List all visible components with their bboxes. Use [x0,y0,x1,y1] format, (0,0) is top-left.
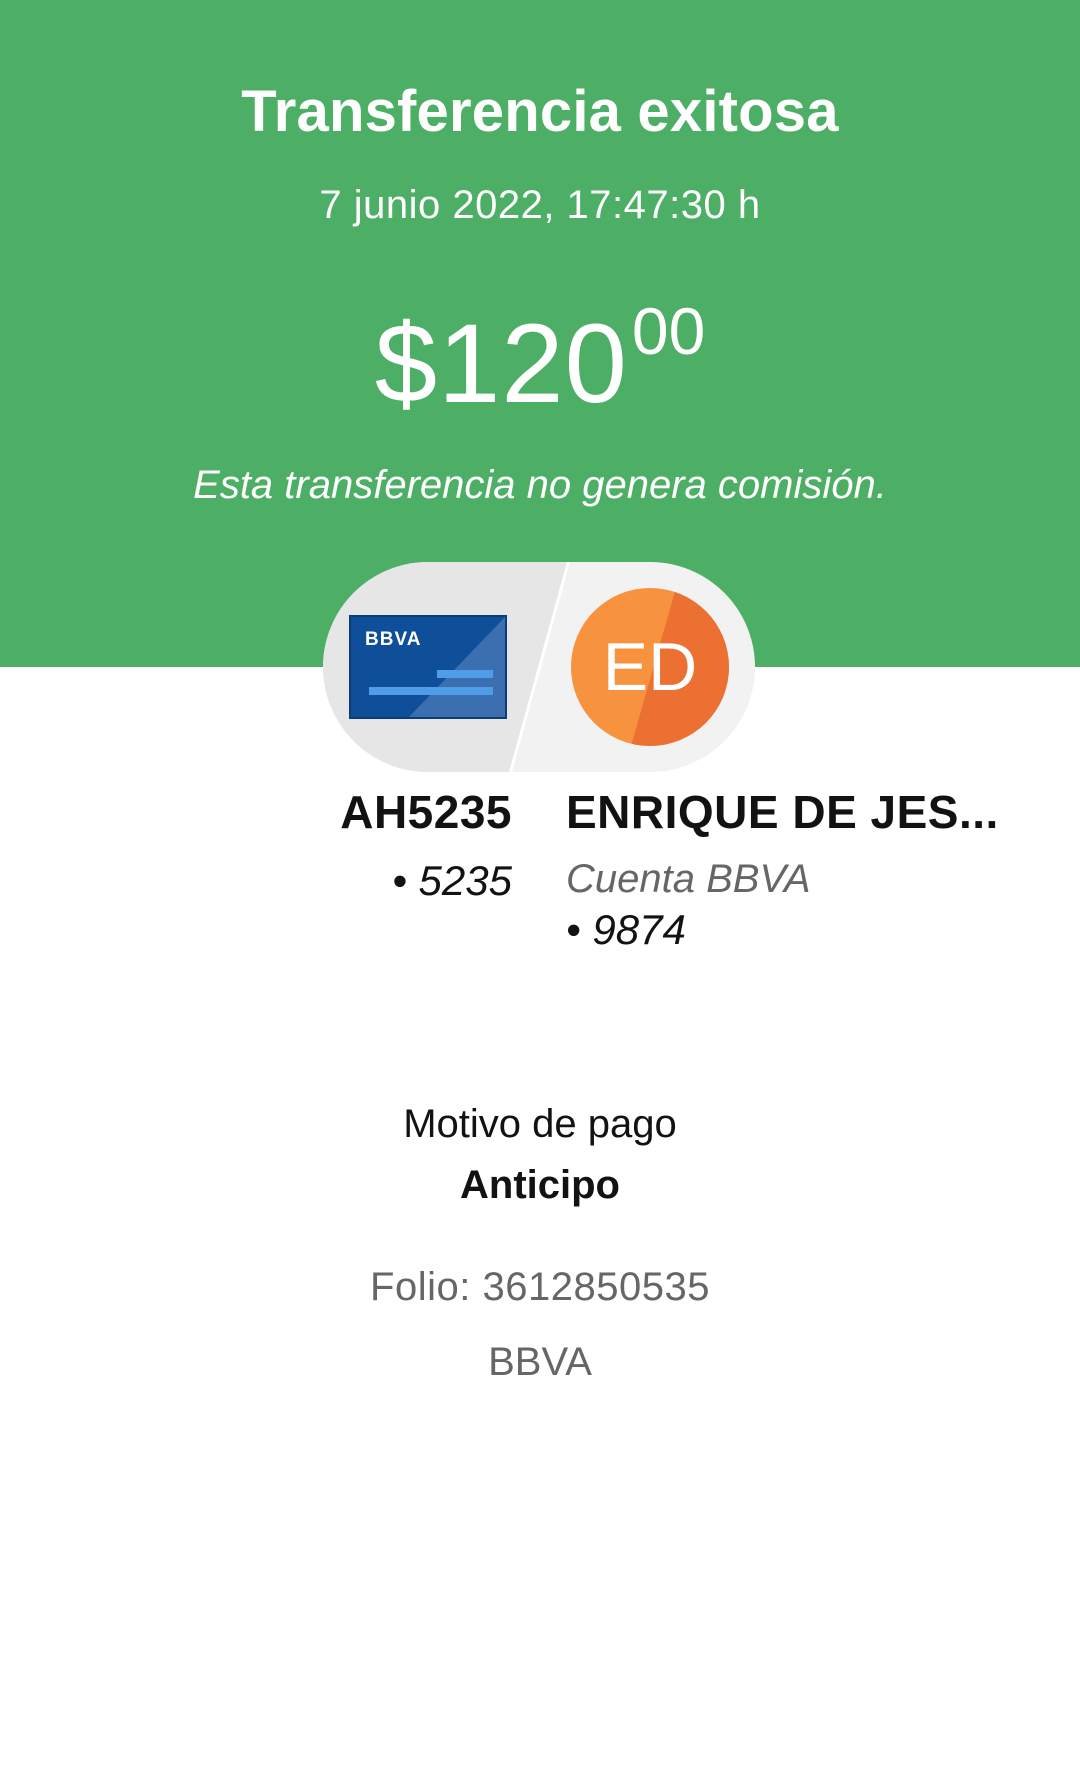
transfer-datetime: 7 junio 2022, 17:47:30 h [319,183,761,227]
page-title: Transferencia exitosa [241,79,839,144]
origin-account-number: • 5235 [392,857,512,904]
origin-account-name: AH5235 [340,786,512,838]
fee-note: Esta transferencia no genera comisión. [193,463,887,507]
destination-account-type: Cuenta BBVA [566,857,811,901]
payment-reason-label: Motivo de pago [403,1102,677,1146]
amount-main: $120 [374,301,628,426]
payment-reason-value: Anticipo [460,1163,620,1207]
amount-cents: 00 [631,294,706,368]
transfer-receipt-screen: Transferencia exitosa 7 junio 2022, 17:4… [0,0,1080,1792]
card-logo: BBVA [365,629,422,650]
avatar-initials: ED [602,629,698,705]
bank-name: BBVA [488,1340,592,1384]
card-stripe-short [437,670,493,678]
transfer-amount: $12000 [0,298,1080,420]
folio-number: Folio: 3612850535 [370,1265,710,1309]
transfer-parties-pill: BBVA ED [323,562,755,772]
destination-name: ENRIQUE DE JES... [566,786,999,838]
destination-account-number: • 9874 [566,906,686,953]
contact-avatar: ED [571,588,729,746]
bbva-card-icon: BBVA [349,615,507,719]
card-stripe-long [369,687,493,695]
